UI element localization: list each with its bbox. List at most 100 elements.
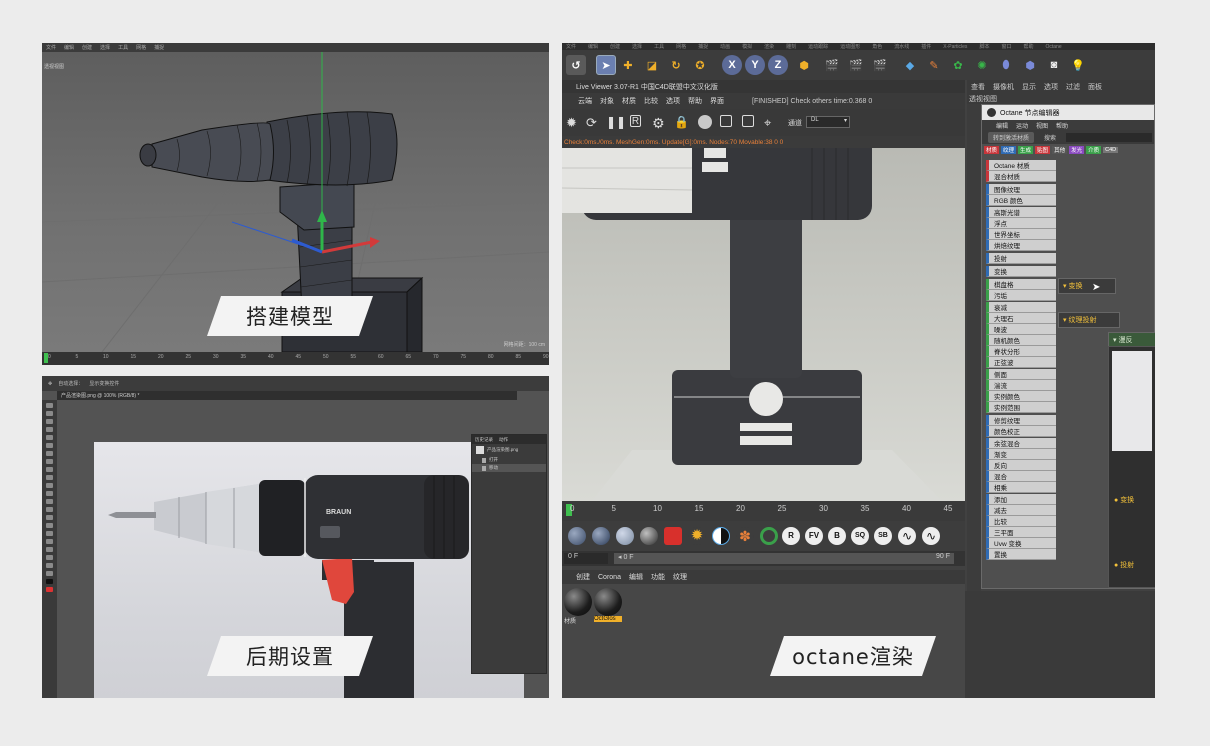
goto-active-material-button[interactable]: 转到激活材质 <box>988 131 1035 143</box>
render-view-icon[interactable]: 🎬 <box>822 55 842 75</box>
move-icon[interactable]: ✚ <box>618 55 638 75</box>
graph-node-transform[interactable]: ▾ 变换 <box>1058 278 1116 294</box>
main-menu-item[interactable]: 运动图形 <box>840 43 860 50</box>
render-picture-icon[interactable]: 🎬 <box>846 55 866 75</box>
main-menu-item[interactable]: 流水线 <box>894 43 909 50</box>
current-frame-field[interactable]: 0 F <box>564 553 608 564</box>
sun-icon[interactable]: ✹ <box>688 527 706 545</box>
frame-range-slider[interactable]: ◂ 0 F 90 F <box>614 553 954 564</box>
document-tab[interactable]: 产品渲染图.png @ 100% (RGB/8) * <box>57 391 517 400</box>
main-menu-item[interactable]: 编辑 <box>588 43 598 50</box>
main-menu-item[interactable]: 角色 <box>872 43 882 50</box>
tool-icon[interactable] <box>46 499 53 504</box>
node-type-item[interactable]: 颜色校正 <box>986 426 1056 438</box>
main-menu-item[interactable]: 动画 <box>720 43 730 50</box>
sub-sampling-icon[interactable] <box>742 115 754 127</box>
sq-button-icon[interactable]: SQ <box>851 527 869 545</box>
lv-menu-cloud[interactable]: 云端 <box>578 96 592 106</box>
main-menu-item[interactable]: 渲染 <box>764 43 774 50</box>
node-category-tab[interactable]: 贴图 <box>1035 145 1051 154</box>
main-menu-item[interactable]: X-Particles <box>943 44 967 50</box>
x-axis-icon[interactable]: X <box>722 55 742 75</box>
contrast-icon[interactable] <box>712 527 730 545</box>
camera-icon[interactable]: ◙ <box>1044 55 1064 75</box>
scene-icon[interactable]: ⬢ <box>1020 55 1040 75</box>
node-type-item[interactable]: 余弦混合 <box>986 437 1056 449</box>
tool-icon[interactable] <box>46 483 53 488</box>
lv-menu-gui[interactable]: 界面 <box>710 96 724 106</box>
node-type-item[interactable]: 污垢 <box>986 290 1056 302</box>
node-type-item[interactable]: 烘焙纹理 <box>986 240 1056 252</box>
tool-icon[interactable] <box>46 451 53 456</box>
playhead[interactable] <box>44 353 48 363</box>
camera-record-icon[interactable] <box>664 527 682 545</box>
history-step-move[interactable]: 移动 <box>472 464 546 472</box>
graph-port-projection[interactable]: ● 投射 <box>1114 560 1134 570</box>
tool-icon[interactable] <box>46 419 53 424</box>
node-type-item[interactable]: 添加 <box>986 493 1056 505</box>
node-category-tab[interactable]: 生成 <box>1018 145 1034 154</box>
scale-icon[interactable]: ◪ <box>642 55 662 75</box>
fv-button-icon[interactable]: FV <box>805 527 823 545</box>
sky-icon[interactable] <box>568 527 586 545</box>
wave-alt-icon[interactable]: ∿ <box>922 527 940 545</box>
select-arrow-icon[interactable]: ➤ <box>596 55 616 75</box>
c4d-menu-item[interactable]: 网格 <box>136 44 146 51</box>
material-ball-icon[interactable] <box>640 527 658 545</box>
node-type-item[interactable]: 修剪纹理 <box>986 415 1056 427</box>
node-type-item[interactable]: 三平面 <box>986 527 1056 539</box>
r-button-icon[interactable]: R <box>782 527 800 545</box>
lock-icon[interactable]: 🔒 <box>674 115 689 129</box>
sb-button-icon[interactable]: SB <box>874 527 892 545</box>
c4d-menu-item[interactable]: 工具 <box>118 44 128 51</box>
obj-tab-camera[interactable]: 摄像机 <box>993 82 1014 92</box>
tool-icon[interactable] <box>46 515 53 520</box>
tool-icon[interactable] <box>46 435 53 440</box>
node-type-item[interactable]: Octane 材质 <box>986 160 1056 171</box>
rotate-icon[interactable]: ↻ <box>666 55 686 75</box>
tool-icon[interactable] <box>46 563 53 568</box>
history-snapshot[interactable]: 产品渲染图.png <box>472 444 546 456</box>
lv-menu-objects[interactable]: 对象 <box>600 96 614 106</box>
node-category-tab[interactable]: 发光 <box>1069 145 1085 154</box>
tool-icon[interactable] <box>46 539 53 544</box>
obj-tab-filter[interactable]: 过滤 <box>1066 82 1080 92</box>
show-transform-checkbox[interactable]: 显示变换控件 <box>89 380 119 387</box>
main-menu-item[interactable]: 雕刻 <box>786 43 796 50</box>
tool-icon[interactable] <box>46 523 53 528</box>
tool-icon[interactable] <box>46 459 53 464</box>
tool-icon[interactable] <box>46 491 53 496</box>
obj-tab-panel[interactable]: 面板 <box>1088 82 1102 92</box>
focus-picker-icon[interactable]: ⌖ <box>764 115 778 130</box>
search-input[interactable] <box>1066 132 1152 142</box>
lv-menu-help[interactable]: 帮助 <box>688 96 702 106</box>
pen-icon[interactable]: ✎ <box>924 55 944 75</box>
auto-select-checkbox[interactable]: 自动选择： <box>58 380 83 387</box>
cloner-icon[interactable]: ✺ <box>972 55 992 75</box>
node-type-item[interactable]: 棋盘格 <box>986 279 1056 291</box>
region-render-icon[interactable]: R <box>630 115 641 127</box>
main-menu-item[interactable]: 运动跟踪 <box>808 43 828 50</box>
node-type-item[interactable]: 高斯光谱 <box>986 206 1056 218</box>
main-menu-item[interactable]: 捕捉 <box>698 43 708 50</box>
node-menu-run[interactable]: 运动 <box>1016 121 1028 130</box>
history-tab[interactable]: 历史记录 <box>475 437 493 443</box>
mat-menu-function[interactable]: 功能 <box>651 572 665 582</box>
main-menu-item[interactable]: 窗口 <box>1001 43 1011 50</box>
c4d-menu-item[interactable]: 捕捉 <box>154 44 164 51</box>
mat-menu-texture[interactable]: 纹理 <box>673 572 687 582</box>
obj-tab-options[interactable]: 选项 <box>1044 82 1058 92</box>
c4d-menu-item[interactable]: 选择 <box>100 44 110 51</box>
recent-tool-icon[interactable]: ✪ <box>690 55 710 75</box>
node-type-item[interactable]: 浮点 <box>986 217 1056 229</box>
lv-menu-compare[interactable]: 比较 <box>644 96 658 106</box>
node-type-item[interactable]: 衰减 <box>986 301 1056 313</box>
graph-node-projection[interactable]: ▾ 纹理投射 <box>1058 312 1120 328</box>
main-menu-item[interactable]: Octane <box>1045 44 1061 50</box>
cube-icon[interactable]: ◆ <box>900 55 920 75</box>
undo-icon[interactable]: ↺ <box>566 55 586 75</box>
material-thumbnail-selected[interactable]: OctGlos <box>594 588 622 622</box>
node-type-item[interactable]: 脊状分形 <box>986 346 1056 358</box>
node-graph[interactable]: ▾ 变换 ▾ 纹理投射 ▾ 漫反 ● 变换 ● 投射 ➤ <box>1058 160 1155 588</box>
node-type-item[interactable]: 混合材质 <box>986 171 1056 183</box>
